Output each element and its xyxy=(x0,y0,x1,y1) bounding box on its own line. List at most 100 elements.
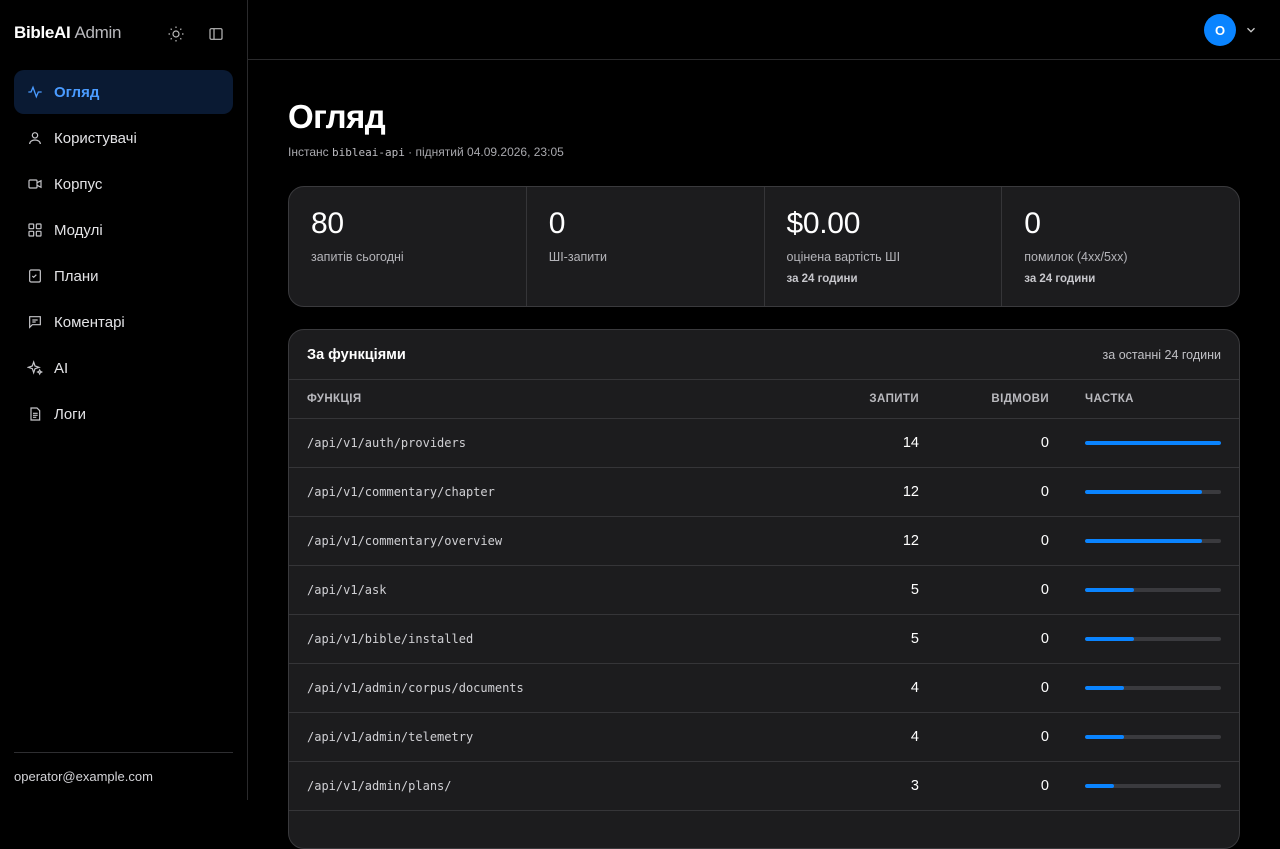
sidebar-item-logs[interactable]: Логи xyxy=(14,392,233,436)
cell-rejections: 0 xyxy=(1040,631,1049,647)
sidebar-item-modules[interactable]: Модулі xyxy=(14,208,233,252)
stat-value: $0.00 xyxy=(786,207,861,240)
table-row[interactable]: /api/v1/auth/providers 14 0 xyxy=(289,419,1239,468)
table-title: За функціями xyxy=(307,346,406,363)
sidebar-toggle-icon[interactable] xyxy=(206,24,226,44)
share-bar xyxy=(1085,735,1221,739)
stat-label: помилок (4xx/5xx) xyxy=(1024,250,1128,264)
column-header-share: ЧАСТКА xyxy=(1085,393,1134,405)
avatar[interactable]: O xyxy=(1204,14,1236,46)
chevron-down-icon[interactable] xyxy=(1244,23,1258,37)
sidebar-item-comments[interactable]: Коментарі xyxy=(14,300,233,344)
page-subtitle: Інстанс bibleai-api · піднятий 04.09.202… xyxy=(288,145,564,159)
cell-rejections: 0 xyxy=(1040,484,1049,500)
cell-function: /api/v1/admin/telemetry xyxy=(307,730,474,744)
cell-requests: 4 xyxy=(910,680,919,696)
stat-ai-cost: $0.00 оцінена вартість ШІ за 24 години xyxy=(765,187,1003,306)
sidebar-item-label: Логи xyxy=(54,405,87,423)
top-bar: O xyxy=(248,0,1280,60)
table-row[interactable]: /api/v1/commentary/overview 12 0 xyxy=(289,517,1239,566)
sidebar-item-overview[interactable]: Огляд xyxy=(14,70,233,114)
table-row[interactable]: /api/v1/admin/plans/3 0 xyxy=(289,762,1239,811)
sidebar-item-users[interactable]: Користувачі xyxy=(14,116,233,160)
sidebar-item-label: AI xyxy=(54,359,69,377)
cell-function: /api/v1/bible/installed xyxy=(307,632,474,646)
stat-requests-today: 80 запитів сьогодні xyxy=(289,187,527,306)
video-icon xyxy=(27,176,43,192)
stat-label: ШІ-запити xyxy=(548,250,607,264)
share-bar-fill xyxy=(1085,490,1202,494)
brand-name: BibleAI xyxy=(14,23,71,42)
sidebar-item-corpus[interactable]: Корпус xyxy=(14,162,233,206)
sidebar-item-label: Корпус xyxy=(54,175,103,193)
cell-share xyxy=(1085,637,1221,641)
table-body: /api/v1/auth/providers 14 0/api/v1/comment… xyxy=(289,419,1239,811)
cell-requests: 14 xyxy=(902,435,919,451)
cell-share xyxy=(1085,784,1221,788)
share-bar-fill xyxy=(1085,588,1134,592)
share-bar xyxy=(1085,441,1221,445)
cell-requests: 5 xyxy=(910,631,919,647)
table-row[interactable]: /api/v1/commentary/chapter 12 0 xyxy=(289,468,1239,517)
stat-label: оцінена вартість ШІ xyxy=(786,250,901,264)
stat-value: 80 xyxy=(311,207,344,240)
instance-name: bibleai-api xyxy=(331,146,405,159)
checklist-icon xyxy=(27,268,43,284)
document-icon xyxy=(27,406,43,422)
user-icon xyxy=(27,130,43,146)
sidebar-item-label: Плани xyxy=(54,267,99,285)
cell-function: /api/v1/auth/providers xyxy=(307,436,466,450)
cell-share xyxy=(1085,539,1221,543)
table-column-headers: ФУНКЦІЯ ЗАПИТИ ВІДМОВИ ЧАСТКА xyxy=(289,380,1239,419)
table-row[interactable]: /api/v1/admin/telemetry 4 0 xyxy=(289,713,1239,762)
table-row[interactable]: /api/v1/ask 5 0 xyxy=(289,566,1239,615)
stat-errors: 0 помилок (4xx/5xx) за 24 години xyxy=(1002,187,1239,306)
brand-logo[interactable]: BibleAI Admin xyxy=(14,23,121,43)
sidebar-footer: operator@example.com xyxy=(14,752,233,784)
sidebar-item-label: Користувачі xyxy=(54,129,137,147)
theme-toggle-sun-icon[interactable] xyxy=(166,24,186,44)
share-bar xyxy=(1085,784,1221,788)
stats-card: 80 запитів сьогодні 0 ШІ-запити $0.00 оц… xyxy=(288,186,1240,307)
avatar-initial: O xyxy=(1214,22,1226,38)
cell-rejections: 0 xyxy=(1040,435,1049,451)
share-bar xyxy=(1085,539,1221,543)
cell-function: /api/v1/admin/corpus/documents xyxy=(307,681,524,695)
stat-note: за 24 години xyxy=(786,273,858,285)
sidebar-item-label: Огляд xyxy=(54,83,100,101)
share-bar-fill xyxy=(1085,539,1202,543)
table-row[interactable]: /api/v1/admin/corpus/documents 4 0 xyxy=(289,664,1239,713)
table-header-bar: За функціями за останні 24 години xyxy=(289,330,1239,380)
stat-note: за 24 години xyxy=(1024,273,1096,285)
cell-rejections: 0 xyxy=(1040,778,1049,794)
stat-value: 0 xyxy=(1024,207,1041,240)
user-email: operator@example.com xyxy=(14,769,153,784)
cell-requests: 12 xyxy=(902,484,919,500)
cell-rejections: 0 xyxy=(1040,533,1049,549)
cell-share xyxy=(1085,686,1221,690)
cell-share xyxy=(1085,441,1221,445)
comment-icon xyxy=(27,314,43,330)
sparkles-icon xyxy=(27,360,43,376)
cell-requests: 12 xyxy=(902,533,919,549)
share-bar-fill xyxy=(1085,735,1124,739)
cell-function: /api/v1/commentary/chapter xyxy=(307,485,495,499)
cell-share xyxy=(1085,490,1221,494)
cell-share xyxy=(1085,735,1221,739)
grid-icon xyxy=(27,222,43,238)
column-header-function: ФУНКЦІЯ xyxy=(307,393,362,405)
share-bar xyxy=(1085,588,1221,592)
sidebar-item-plans[interactable]: Плани xyxy=(14,254,233,298)
sidebar-item-label: Коментарі xyxy=(54,313,125,331)
share-bar xyxy=(1085,637,1221,641)
column-header-requests: ЗАПИТИ xyxy=(869,393,919,405)
cell-function: /api/v1/ask xyxy=(307,583,387,597)
cell-function: /api/v1/commentary/overview xyxy=(307,534,503,548)
brand-sub: Admin xyxy=(74,23,122,42)
cell-requests: 5 xyxy=(910,582,919,598)
sidebar-item-ai[interactable]: AI xyxy=(14,346,233,390)
sidebar-item-label: Модулі xyxy=(54,221,103,239)
table-row[interactable]: /api/v1/bible/installed 5 0 xyxy=(289,615,1239,664)
share-bar xyxy=(1085,490,1221,494)
column-header-rejections: ВІДМОВИ xyxy=(991,393,1049,405)
